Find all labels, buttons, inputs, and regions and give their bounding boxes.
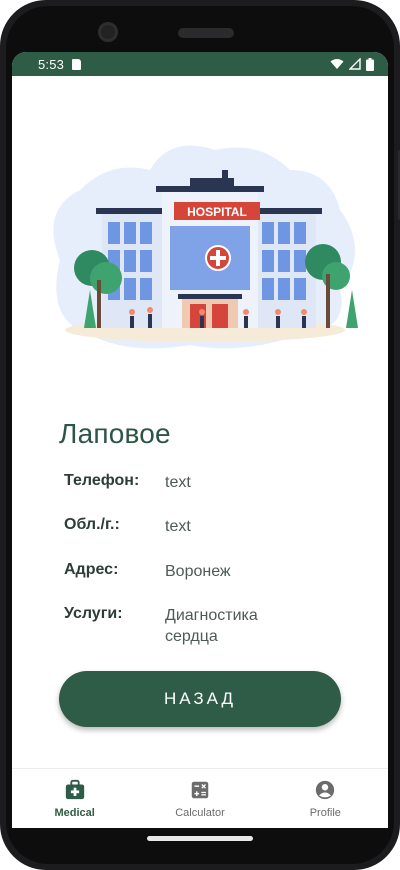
- earpiece-speaker: [178, 28, 234, 38]
- back-button[interactable]: НАЗАД: [59, 671, 341, 727]
- profile-icon: [316, 780, 335, 800]
- bottom-navigation: Medical Calculator Profile: [12, 768, 388, 828]
- place-title: Лаповое: [59, 418, 171, 449]
- phone-label: Телефон:: [64, 472, 140, 489]
- nav-item-profile[interactable]: Profile: [263, 769, 388, 828]
- medical-kit-icon: [65, 779, 84, 800]
- address-value: Воронеж: [165, 563, 231, 580]
- wifi-icon: [330, 59, 344, 69]
- services-value-line2: сердца: [165, 628, 218, 645]
- hospital-illustration: HOSPITAL: [53, 145, 358, 349]
- region-label: Обл./г.:: [64, 516, 120, 533]
- hospital-sign-text: HOSPITAL: [187, 205, 247, 219]
- status-icons: [330, 57, 374, 71]
- battery-icon: [366, 57, 374, 71]
- services-label: Услуги:: [64, 605, 123, 622]
- nav-label-calculator: Calculator: [175, 807, 225, 819]
- services-value: Диагностика сердца: [165, 605, 258, 647]
- status-bar: 5:53: [12, 52, 388, 76]
- sd-card-icon: [72, 58, 82, 70]
- phone-frame: 5:53 HOSPITAL Лаповое Телефон: text Обл.…: [0, 0, 400, 870]
- nav-item-calculator[interactable]: Calculator: [137, 769, 262, 828]
- front-camera: [98, 22, 118, 42]
- nav-label-medical: Medical: [54, 807, 95, 819]
- calculator-icon: [191, 781, 209, 799]
- region-value: text: [165, 518, 191, 535]
- status-time: 5:53: [38, 56, 65, 72]
- nav-label-profile: Profile: [309, 807, 341, 819]
- nav-item-medical[interactable]: Medical: [12, 769, 137, 828]
- phone-value: text: [165, 474, 191, 491]
- services-value-line1: Диагностика: [165, 607, 258, 624]
- app-screen: 5:53 HOSPITAL Лаповое Телефон: text Обл.…: [12, 52, 388, 828]
- signal-icon: [349, 58, 361, 70]
- gesture-navigation-bar[interactable]: [147, 836, 253, 841]
- address-label: Адрес:: [64, 561, 119, 578]
